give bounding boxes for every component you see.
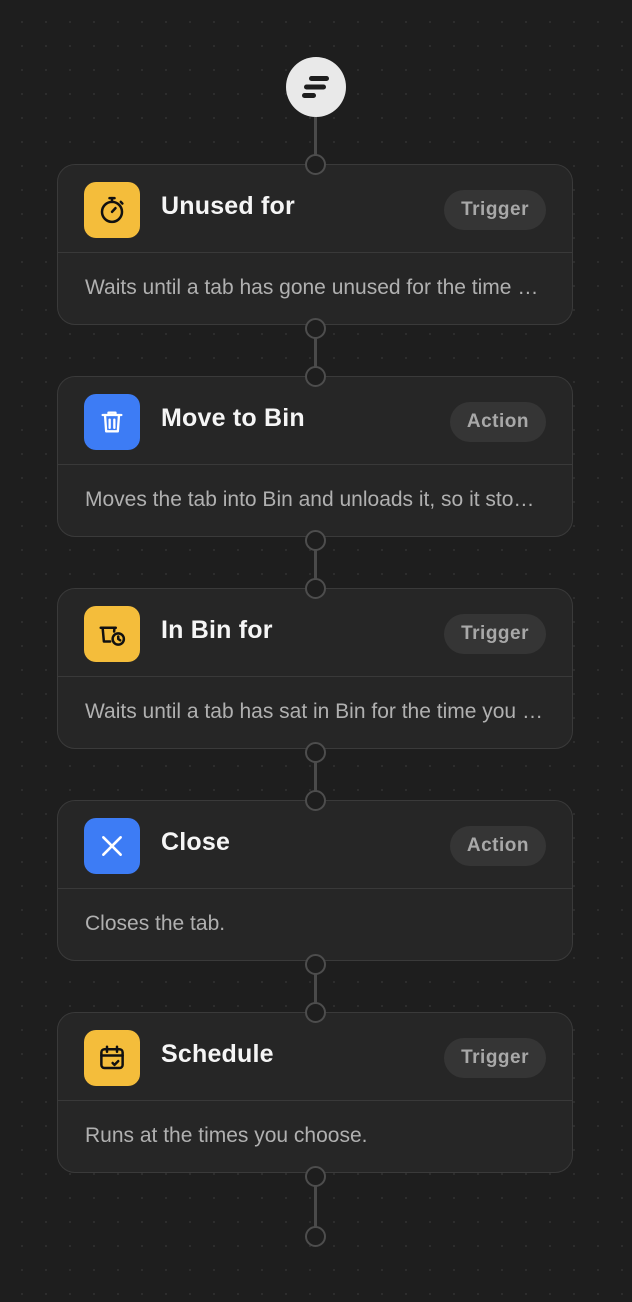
step-icon-tile bbox=[84, 182, 140, 238]
step-title: Close bbox=[161, 828, 231, 856]
step-description: Waits until a tab has sat in Bin for the… bbox=[85, 700, 546, 723]
step-icon-tile bbox=[84, 394, 140, 450]
step-card-schedule[interactable]: Schedule Trigger Runs at the times you c… bbox=[57, 1012, 573, 1173]
bin-clock-icon bbox=[99, 626, 126, 646]
end-port[interactable] bbox=[305, 1226, 326, 1247]
step-card-header: Unused for Trigger bbox=[58, 165, 572, 253]
output-port[interactable] bbox=[305, 530, 326, 551]
step-card-header: In Bin for Trigger bbox=[58, 589, 572, 677]
step-title: In Bin for bbox=[161, 616, 273, 644]
step-title: Move to Bin bbox=[161, 404, 305, 432]
step-card-header: Close Action bbox=[58, 801, 572, 889]
step-card-move-to-bin[interactable]: Move to Bin Action Moves the tab into Bi… bbox=[57, 376, 573, 537]
step-card-unused-for[interactable]: Unused for Trigger Waits until a tab has… bbox=[57, 164, 573, 325]
step-title: Schedule bbox=[161, 1040, 274, 1068]
step-description: Runs at the times you choose. bbox=[85, 1124, 368, 1147]
output-port[interactable] bbox=[305, 1166, 326, 1187]
step-card-header: Move to Bin Action bbox=[58, 377, 572, 465]
step-title: Unused for bbox=[161, 192, 295, 220]
flow-start-node[interactable] bbox=[286, 57, 346, 117]
output-port[interactable] bbox=[305, 742, 326, 763]
step-type-badge: Trigger bbox=[444, 190, 546, 230]
output-port[interactable] bbox=[305, 318, 326, 339]
step-card-header: Schedule Trigger bbox=[58, 1013, 572, 1101]
input-port[interactable] bbox=[305, 578, 326, 599]
step-description: Waits until a tab has gone unused for th… bbox=[85, 276, 546, 299]
step-type-badge: Action bbox=[449, 826, 546, 866]
input-port[interactable] bbox=[305, 1002, 326, 1023]
step-icon-tile bbox=[84, 818, 140, 874]
output-port[interactable] bbox=[305, 954, 326, 975]
step-icon-tile bbox=[84, 606, 140, 662]
step-card-close[interactable]: Close Action Closes the tab. bbox=[57, 800, 573, 961]
step-description: Moves the tab into Bin and unloads it, s… bbox=[85, 488, 546, 511]
step-type-badge: Action bbox=[449, 402, 546, 442]
workflow-canvas: Unused for Trigger Waits until a tab has… bbox=[0, 0, 632, 1302]
calendar-check-icon bbox=[100, 1045, 124, 1070]
step-type-badge: Trigger bbox=[444, 614, 546, 654]
step-description: Closes the tab. bbox=[85, 912, 226, 935]
close-icon bbox=[102, 836, 122, 856]
stopwatch-icon bbox=[100, 196, 124, 224]
input-port[interactable] bbox=[305, 366, 326, 387]
input-port[interactable] bbox=[305, 154, 326, 175]
input-port[interactable] bbox=[305, 790, 326, 811]
step-type-badge: Trigger bbox=[444, 1038, 546, 1078]
step-icon-tile bbox=[84, 1030, 140, 1086]
step-card-in-bin-for[interactable]: In Bin for Trigger Waits until a tab has… bbox=[57, 588, 573, 749]
trash-icon bbox=[101, 411, 123, 433]
flow-lines-icon bbox=[302, 76, 329, 98]
